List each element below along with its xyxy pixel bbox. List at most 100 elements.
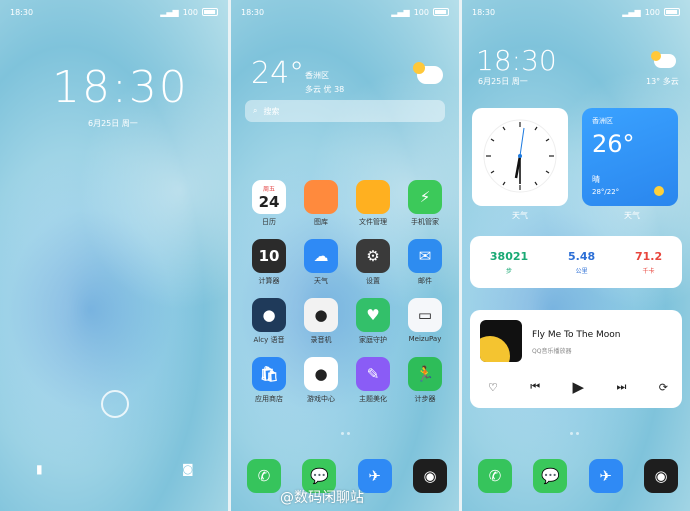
cloud-icon (413, 62, 443, 84)
app-phone-manager[interactable]: ⚡ 手机管家 (399, 180, 451, 227)
app-settings[interactable]: ⚙ 设置 (347, 239, 399, 286)
weather-widget-location: 香洲区 (592, 117, 613, 125)
app-pedometer[interactable]: 🏃 计步器 (399, 357, 451, 404)
app-meizupay[interactable]: ▭ MeizuPay (399, 298, 451, 345)
settings-glyph: ⚙ (366, 247, 380, 265)
app-weather[interactable]: ☁ 天气 (295, 239, 347, 286)
stat-unit: 千卡 (642, 267, 655, 275)
meizupay-glyph: ▭ (417, 306, 433, 324)
search-bar[interactable]: ⌕ 搜索 (245, 100, 445, 122)
song-source: QQ音乐播放器 (532, 348, 572, 355)
weather-glyph: ☁ (313, 247, 329, 265)
next-icon[interactable]: ⏭ (616, 380, 626, 394)
weather-widget-temp: 26° (592, 130, 635, 158)
app-store-glyph: 🛍 (259, 365, 279, 383)
previous-icon[interactable]: ⏮ (530, 380, 540, 394)
app-gallery[interactable]: 图库 (295, 180, 347, 227)
app-themes[interactable]: ✎ 主题美化 (347, 357, 399, 404)
album-art (480, 320, 522, 362)
battery-level: 100 (644, 7, 660, 17)
app-label: 文件管理 (359, 218, 387, 226)
page-indicator (570, 432, 579, 435)
repeat-icon[interactable]: ⟳ (659, 381, 668, 394)
weather-icon: ☁ (304, 239, 338, 273)
signal-icon: ▂▄▆ (622, 7, 641, 17)
app-label: 录音机 (310, 336, 332, 344)
cloud-icon (651, 51, 676, 68)
app-alcy[interactable]: ● Alcy 语音 (243, 298, 295, 345)
app-calendar[interactable]: 周五 24 日历 (243, 180, 295, 227)
battery-icon (433, 8, 449, 16)
dock: ✆ 💬 ✈ ◉ (478, 459, 678, 493)
recorder-glyph: ● (314, 306, 328, 324)
play-icon[interactable]: ▶ (573, 378, 585, 396)
stat-item: 5.48 公里 (568, 250, 595, 275)
health-stats-widget[interactable]: 38021 步 5.48 公里 71.2 千卡 (470, 236, 682, 288)
app-game-center[interactable]: ● 游戏中心 (295, 357, 347, 404)
themes-glyph: ✎ (366, 365, 380, 383)
app-label: 手机管家 (411, 218, 439, 226)
app-mail[interactable]: ✉ 邮件 (399, 239, 451, 286)
app-label: MeizuPay (408, 335, 442, 343)
app-label: 图库 (314, 218, 328, 226)
family-guard-glyph: ♥ (366, 306, 380, 324)
sun-icon (654, 186, 664, 196)
stat-item: 38021 步 (490, 250, 528, 275)
app-label: Alcy 语音 (253, 336, 285, 344)
dock-phone-icon[interactable]: ✆ (478, 459, 512, 493)
app-calculator[interactable]: 10 计算器 (243, 239, 295, 286)
dock-camera-icon[interactable]: ◉ (643, 459, 678, 493)
search-placeholder: 搜索 (263, 106, 280, 116)
dock-messages-icon[interactable]: 💬 (533, 459, 568, 493)
lock-screen-panel: 18:30 ▂▄▆ 100 18:30 6月25日 周一 ▮ ◙ (0, 0, 228, 511)
analog-clock (483, 119, 557, 193)
calendar-icon: 周五 24 (252, 180, 286, 214)
status-time: 18:30 (10, 7, 34, 17)
camera-shortcut-icon[interactable]: ◙ (182, 462, 194, 476)
battery-level: 100 (413, 7, 429, 17)
app-label: 计算器 (258, 277, 280, 285)
alcy-glyph: ● (262, 306, 276, 324)
game-center-glyph: ● (314, 365, 328, 383)
home-weather-temp: 24° (251, 56, 305, 91)
app-store-icon: 🛍 (252, 357, 286, 391)
dock-camera-icon[interactable]: ◉ (412, 459, 447, 493)
pedometer-icon: 🏃 (408, 357, 442, 391)
mail-icon: ✉ (408, 239, 442, 273)
lock-date: 6月25日 周一 (88, 119, 138, 128)
flashlight-icon[interactable]: ▮ (36, 462, 43, 476)
signal-icon: ▂▄▆ (391, 7, 410, 17)
game-center-icon: ● (304, 357, 338, 391)
battery-icon (202, 8, 218, 16)
dock-phone-icon[interactable]: ✆ (247, 459, 281, 493)
widget-screen-panel: 18:30 ▂▄▆ 100 18:30 6月25日 周一 13° 多云 天气 香… (462, 0, 690, 511)
app-family-guard[interactable]: ♥ 家庭守护 (347, 298, 399, 345)
stat-value: 5.48 (568, 249, 596, 263)
stat-item: 71.2 千卡 (635, 250, 662, 275)
phone-manager-glyph: ⚡ (419, 188, 431, 206)
app-app-store[interactable]: 🛍 应用商店 (243, 357, 295, 404)
mail-glyph: ✉ (418, 247, 432, 265)
app-label: 应用商店 (255, 395, 283, 403)
status-bar: 18:30 ▂▄▆ 100 (10, 6, 218, 18)
music-widget[interactable]: Fly Me To The Moon QQ音乐播放器 ♡ ⏮ ▶ ⏭ ⟳ (470, 310, 682, 408)
app-label: 家庭守护 (359, 336, 387, 344)
fingerprint-unlock-button[interactable] (101, 390, 129, 418)
app-files[interactable]: 文件管理 (347, 180, 399, 227)
battery-icon (664, 8, 680, 16)
widget-time: 18:30 (476, 44, 557, 77)
status-time: 18:30 (241, 7, 265, 17)
page-indicator (341, 432, 350, 435)
app-grid: 周五 24 日历 图库 文件管理 ⚡ 手机管家 10 计算器 ☁ 天气 ⚙ 设置 ✉ 邮件 ● Alcy 语音 ●… (243, 180, 449, 404)
status-bar: 18:30 ▂▄▆ 100 (241, 6, 449, 18)
battery-level: 100 (182, 7, 198, 17)
clock-widget[interactable] (472, 108, 568, 206)
home-screen-panel: 18:30 ▂▄▆ 100 24° 香洲区 多云 优 38 ⌕ 搜索 周五 24 日历… (231, 0, 459, 511)
meizupay-icon: ▭ (408, 298, 442, 332)
app-recorder[interactable]: ● 录音机 (295, 298, 347, 345)
dock-browser-icon[interactable]: ✈ (588, 459, 623, 493)
weather-widget[interactable]: 香洲区 26° 晴 28°/22° (582, 108, 678, 206)
like-icon[interactable]: ♡ (488, 381, 498, 394)
phone-manager-icon: ⚡ (408, 180, 442, 214)
themes-icon: ✎ (356, 357, 390, 391)
